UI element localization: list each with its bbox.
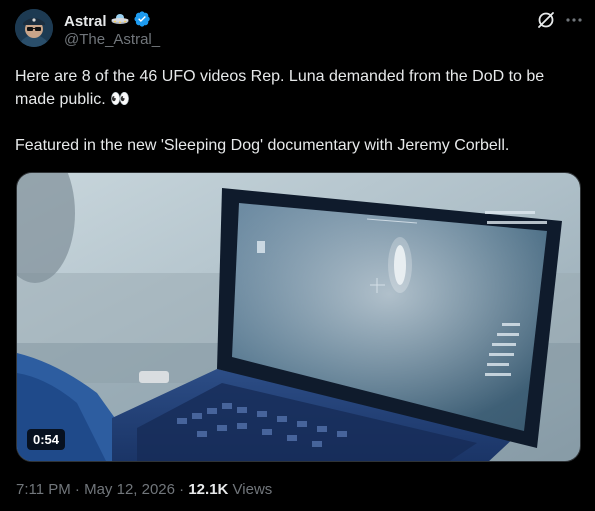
more-options-icon[interactable]: [564, 10, 584, 30]
video-thumbnail: [17, 173, 580, 461]
post-metadata: 7:11 PM · May 12, 2026 · 12.1K Views: [16, 481, 272, 498]
grok-icon[interactable]: [536, 10, 556, 30]
post-date[interactable]: May 12, 2026: [84, 481, 175, 498]
post-text-line-2: Featured in the new 'Sleeping Dog' docum…: [15, 137, 510, 154]
author-handle[interactable]: @The_Astral_: [64, 31, 160, 48]
post-text: Here are 8 of the 46 UFO videos Rep. Lun…: [15, 65, 581, 157]
views-label: Views: [228, 481, 273, 498]
author-name-row[interactable]: Astral: [64, 10, 151, 33]
display-name[interactable]: Astral: [64, 13, 107, 30]
post-text-line-1: Here are 8 of the 46 UFO videos Rep. Lun…: [15, 68, 545, 108]
video-player[interactable]: 0:54: [16, 172, 581, 462]
verified-badge-icon[interactable]: [133, 10, 151, 33]
meta-separator: ·: [70, 481, 85, 498]
flying-saucer-icon: [111, 12, 129, 31]
avatar[interactable]: [15, 9, 53, 47]
post-time[interactable]: 7:11 PM: [16, 481, 71, 498]
views-count: 12.1K: [188, 481, 229, 498]
video-duration-badge: 0:54: [27, 429, 66, 450]
meta-separator-2: ·: [175, 481, 189, 498]
